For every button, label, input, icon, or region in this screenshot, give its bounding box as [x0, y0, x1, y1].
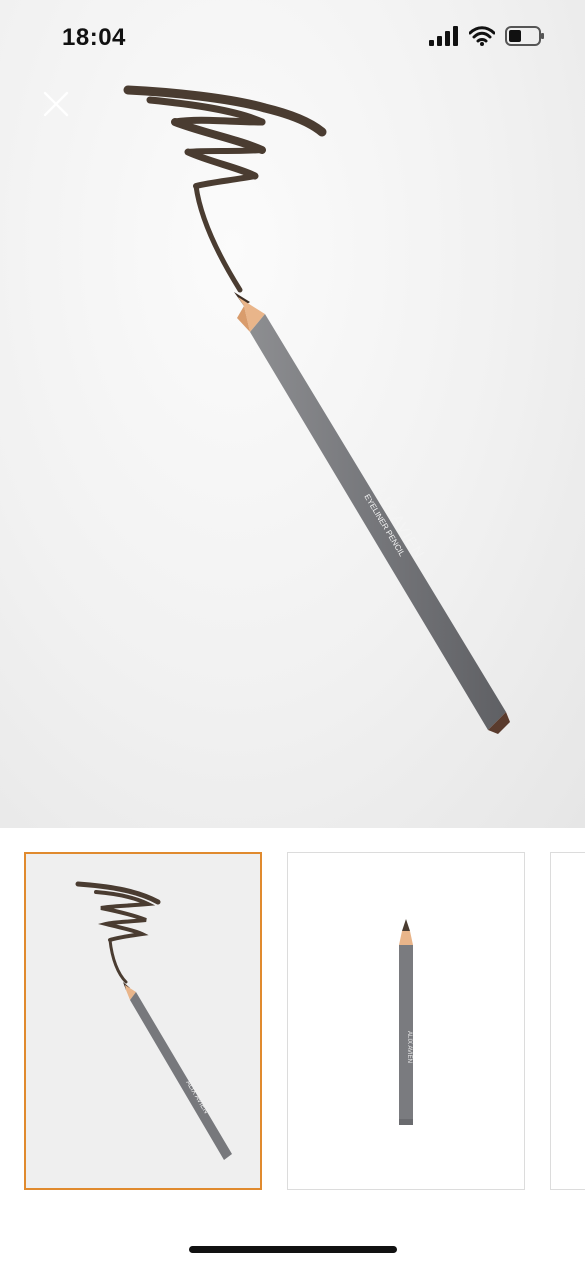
status-icons: [429, 26, 545, 46]
pencil-illustration: ALIX AVIEN EYELINER PENCIL: [123, 85, 510, 734]
eyeliner-scribble: [123, 85, 327, 293]
thumbnail-3[interactable]: [550, 852, 585, 1190]
wifi-icon: [469, 26, 495, 46]
thumbnail-1-selected[interactable]: ALIX AVIEN: [24, 852, 262, 1190]
battery-icon: [505, 26, 544, 46]
thumbnail-image: ALIX AVIEN: [26, 854, 260, 1188]
product-hero-image: ALIX AVIEN EYELINER PENCIL: [0, 0, 585, 828]
close-button[interactable]: [38, 86, 74, 122]
status-bar: 18:04: [0, 0, 585, 80]
signal-icon: [429, 26, 458, 46]
thumbnail-brand-text: ALIX AVIEN: [406, 1031, 412, 1063]
thumbnail-strip: ALIX AVIEN ALIX AVIEN: [0, 828, 585, 1228]
close-icon: [43, 91, 69, 117]
status-time: 18:04: [62, 24, 126, 51]
thumbnail-2[interactable]: ALIX AVIEN: [287, 852, 525, 1190]
home-indicator[interactable]: [189, 1246, 397, 1253]
thumbnail-image: ALIX AVIEN: [288, 853, 524, 1189]
eyeliner-pencil: ALIX AVIEN EYELINER PENCIL: [234, 292, 510, 734]
